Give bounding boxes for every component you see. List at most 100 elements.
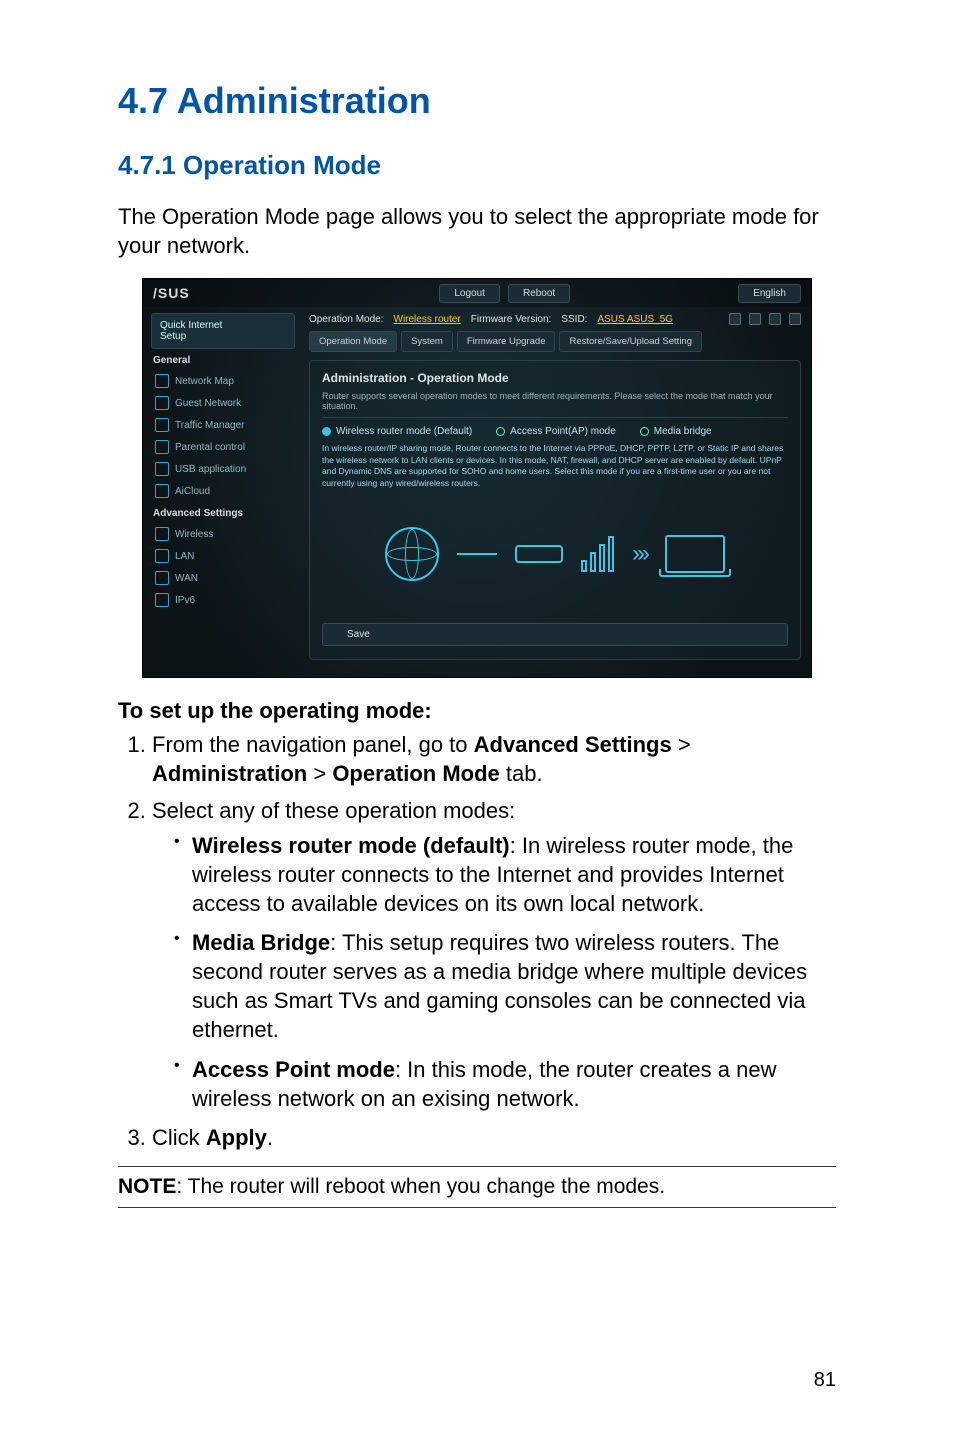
- radio-dot-icon: [640, 427, 649, 436]
- radio-label: Media bridge: [654, 426, 712, 437]
- sidebar-section-general: General: [153, 355, 295, 366]
- page-number: 81: [814, 1369, 836, 1392]
- tab-restore-save-upload[interactable]: Restore/Save/Upload Setting: [559, 331, 702, 352]
- sidebar-section-advanced: Advanced Settings: [153, 508, 295, 519]
- instruction-steps: From the navigation panel, go to Advance…: [118, 730, 836, 1151]
- reboot-button[interactable]: Reboot: [508, 284, 570, 303]
- fw-label: Firmware Version:: [471, 314, 552, 325]
- sidebar-label: Parental control: [175, 442, 245, 453]
- network-map-icon: [155, 374, 169, 388]
- ipv6-icon: [155, 593, 169, 607]
- screenshot-topbar: /SUS Logout Reboot English: [143, 279, 811, 307]
- lan-icon: [155, 549, 169, 563]
- sidebar-label: Traffic Manager: [175, 420, 244, 431]
- wan-icon: [155, 571, 169, 585]
- tab-firmware-upgrade[interactable]: Firmware Upgrade: [457, 331, 556, 352]
- traffic-manager-icon: [155, 418, 169, 432]
- sidebar-label: Guest Network: [175, 398, 241, 409]
- radio-label: Access Point(AP) mode: [510, 426, 616, 437]
- bullet-wireless-router: Wireless router mode (default): In wirel…: [174, 831, 836, 918]
- radio-dot-icon: [496, 427, 505, 436]
- panel-description: Router supports several operation modes …: [322, 391, 788, 418]
- network-diagram: ›››: [322, 499, 788, 609]
- status-icon: [729, 313, 741, 325]
- step-3: Click Apply.: [152, 1123, 836, 1152]
- main-panel: Operation Mode: Wireless router Firmware…: [303, 307, 811, 677]
- sidebar-label: USB application: [175, 464, 246, 475]
- mode-radio-group: Wireless router mode (Default) Access Po…: [322, 426, 788, 437]
- opmode-value-link[interactable]: Wireless router: [394, 314, 461, 325]
- sidebar-item-traffic-manager[interactable]: Traffic Manager: [151, 414, 295, 436]
- bold-text: Media Bridge: [192, 930, 330, 955]
- sidebar-item-network-map[interactable]: Network Map: [151, 370, 295, 392]
- ssid-label: SSID:: [561, 314, 587, 325]
- step-text: Select any of these operation modes:: [152, 798, 515, 823]
- router-icon: [515, 545, 563, 563]
- signal-bars-icon: [581, 536, 614, 572]
- guest-network-icon: [155, 396, 169, 410]
- instructions-heading: To set up the operating mode:: [118, 698, 836, 724]
- step-text: >: [307, 761, 332, 786]
- radio-wireless-router[interactable]: Wireless router mode (Default): [322, 426, 472, 437]
- usb-icon: [155, 462, 169, 476]
- language-dropdown[interactable]: English: [738, 284, 801, 303]
- sidebar-label: WAN: [175, 573, 198, 584]
- qis-label-2: Setup: [160, 331, 286, 342]
- save-button[interactable]: Save: [322, 623, 788, 646]
- step-1: From the navigation panel, go to Advance…: [152, 730, 836, 788]
- step-text: Click: [152, 1125, 206, 1150]
- tab-operation-mode[interactable]: Operation Mode: [309, 331, 397, 352]
- mode-description-text: In wireless router/IP sharing mode, Rout…: [322, 443, 788, 489]
- section-heading: 4.7 Administration: [118, 80, 836, 122]
- logout-button[interactable]: Logout: [439, 284, 500, 303]
- bullet-access-point: Access Point mode: In this mode, the rou…: [174, 1055, 836, 1113]
- sidebar-item-wireless[interactable]: Wireless: [151, 523, 295, 545]
- subsection-heading: 4.7.1 Operation Mode: [118, 150, 836, 181]
- note-block: NOTE: The router will reboot when you ch…: [118, 1166, 836, 1208]
- wifi-waves-icon: ›››: [632, 540, 647, 568]
- parental-control-icon: [155, 440, 169, 454]
- bold-text: Advanced Settings: [474, 732, 672, 757]
- status-icon: [749, 313, 761, 325]
- step-2: Select any of these operation modes: Wir…: [152, 796, 836, 1112]
- radio-media-bridge[interactable]: Media bridge: [640, 426, 712, 437]
- sidebar-label: LAN: [175, 551, 194, 562]
- note-text: : The router will reboot when you change…: [176, 1175, 665, 1198]
- bullet-media-bridge: Media Bridge: This setup requires two wi…: [174, 928, 836, 1044]
- status-icon: [769, 313, 781, 325]
- ssid-value-link[interactable]: ASUS ASUS_5G: [597, 314, 673, 325]
- bold-text: Operation Mode: [332, 761, 499, 786]
- router-admin-screenshot: /SUS Logout Reboot English Quick Interne…: [142, 278, 812, 678]
- bold-text: Access Point mode: [192, 1057, 395, 1082]
- sidebar-item-wan[interactable]: WAN: [151, 567, 295, 589]
- sidebar-label: AiCloud: [175, 486, 210, 497]
- admin-tabs: Operation Mode System Firmware Upgrade R…: [309, 331, 801, 352]
- step-text: .: [267, 1125, 273, 1150]
- sidebar-item-lan[interactable]: LAN: [151, 545, 295, 567]
- bold-text: Apply: [206, 1125, 267, 1150]
- laptop-icon: [665, 535, 725, 573]
- sidebar-label: Network Map: [175, 376, 234, 387]
- opmode-label: Operation Mode:: [309, 314, 384, 325]
- status-bar: Operation Mode: Wireless router Firmware…: [309, 313, 801, 325]
- sidebar-item-ipv6[interactable]: IPv6: [151, 589, 295, 611]
- step-text: >: [672, 732, 691, 757]
- panel-title: Administration - Operation Mode: [322, 371, 788, 385]
- operation-mode-panel: Administration - Operation Mode Router s…: [309, 360, 801, 660]
- radio-access-point[interactable]: Access Point(AP) mode: [496, 426, 616, 437]
- step-text: From the navigation panel, go to: [152, 732, 474, 757]
- bold-text: Wireless router mode (default): [192, 833, 510, 858]
- sidebar-item-aicloud[interactable]: AiCloud: [151, 480, 295, 502]
- aicloud-icon: [155, 484, 169, 498]
- intro-paragraph: The Operation Mode page allows you to se…: [118, 203, 836, 260]
- globe-icon: [385, 527, 439, 581]
- sidebar: Quick Internet Setup General Network Map…: [143, 307, 303, 677]
- tab-system[interactable]: System: [401, 331, 453, 352]
- sidebar-label: Wireless: [175, 529, 213, 540]
- note-label: NOTE: [118, 1175, 176, 1198]
- asus-logo: /SUS: [153, 285, 190, 301]
- sidebar-item-usb-application[interactable]: USB application: [151, 458, 295, 480]
- quick-internet-setup[interactable]: Quick Internet Setup: [151, 313, 295, 349]
- sidebar-item-guest-network[interactable]: Guest Network: [151, 392, 295, 414]
- sidebar-item-parental-control[interactable]: Parental control: [151, 436, 295, 458]
